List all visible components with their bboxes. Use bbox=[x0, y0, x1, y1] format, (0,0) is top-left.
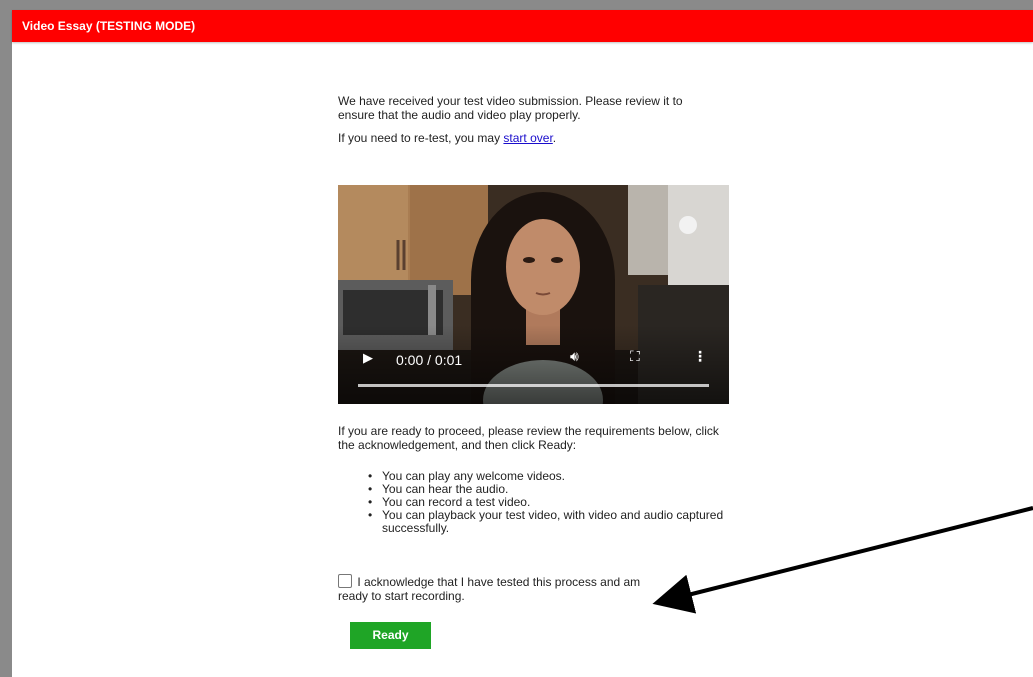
fullscreen-icon[interactable]: ⛶ bbox=[630, 350, 640, 364]
window-title: Video Essay (TESTING MODE) bbox=[22, 19, 196, 33]
proceed-instructions: If you are ready to proceed, please revi… bbox=[338, 424, 719, 452]
acknowledge-checkbox[interactable] bbox=[338, 574, 352, 588]
retest-suffix: . bbox=[552, 131, 557, 145]
volume-icon[interactable]: 🔊︎ bbox=[570, 350, 579, 364]
retest-text: If you need to re-test, you may start ov… bbox=[338, 131, 738, 145]
title-bar: Video Essay (TESTING MODE) bbox=[12, 10, 1033, 42]
list-item: • You can playback your test video, with … bbox=[368, 508, 724, 535]
more-vertical-icon[interactable]: ⋮ bbox=[693, 350, 707, 364]
video-player[interactable]: ▶ 0:00 / 0:01 🔊︎ ⛶ ⋮ bbox=[338, 185, 729, 404]
intro-text: We have received your test video submiss… bbox=[338, 94, 683, 122]
retest-prefix: If you need to re-test, you may bbox=[338, 131, 504, 145]
requirements-list: • You can play any welcome videos. • You c… bbox=[368, 470, 742, 535]
ready-button[interactable]: Ready bbox=[350, 622, 431, 649]
video-controls: ▶ 0:00 / 0:01 🔊︎ ⛶ ⋮ bbox=[338, 334, 729, 404]
app-window: Video Essay (TESTING MODE) We have recei… bbox=[12, 10, 1033, 677]
start-over-link[interactable]: start over bbox=[503, 131, 552, 145]
play-icon[interactable]: ▶ bbox=[363, 352, 373, 366]
main-content: We have received your test video submiss… bbox=[338, 94, 738, 649]
bullet: • bbox=[368, 508, 373, 522]
acknowledgement: I acknowledge that I have tested this pr… bbox=[338, 574, 668, 603]
acknowledge-label: I acknowledge that I have tested this pr… bbox=[338, 575, 641, 603]
video-time: 0:00 / 0:01 bbox=[396, 352, 463, 368]
progress-track[interactable] bbox=[358, 384, 709, 387]
